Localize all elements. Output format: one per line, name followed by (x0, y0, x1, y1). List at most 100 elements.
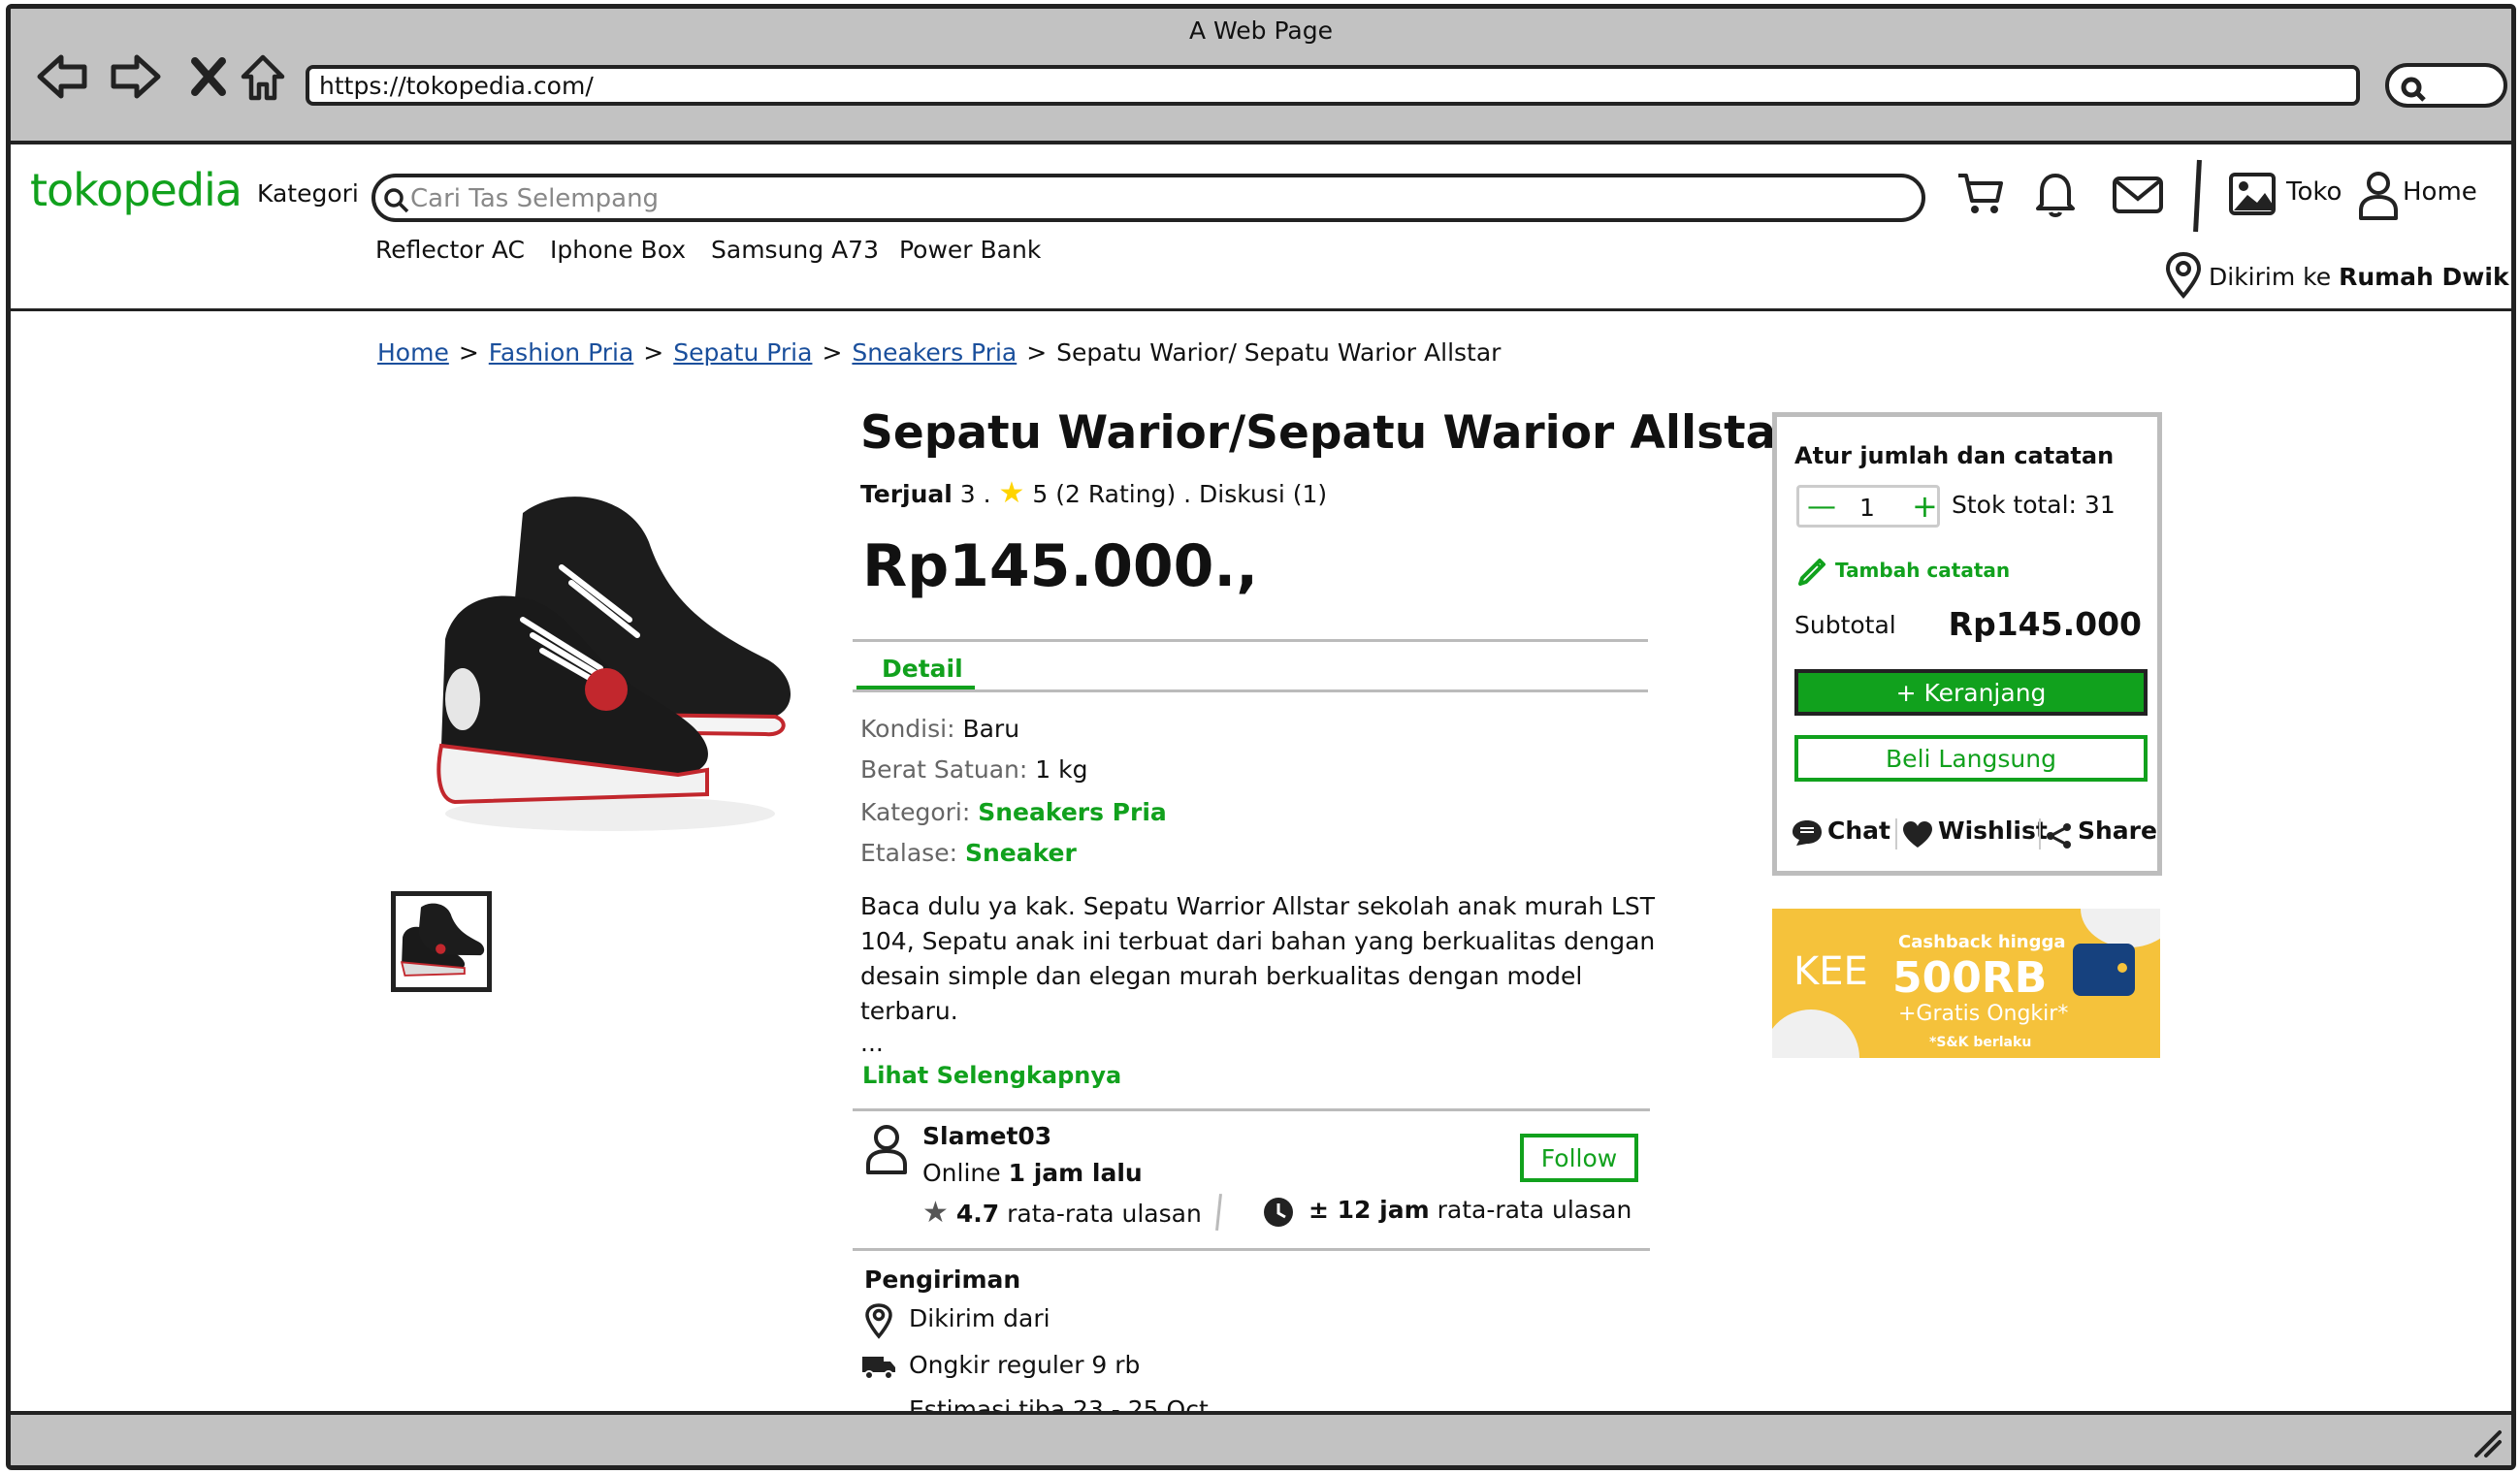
purchase-card: Atur jumlah dan catatan — 1 + Stok total… (1772, 412, 2162, 876)
online-prefix: Online (922, 1159, 1001, 1187)
truck-icon (862, 1357, 895, 1380)
product-thumbnail[interactable] (391, 891, 492, 992)
online-time: 1 jam lalu (1008, 1159, 1143, 1187)
subtotal-label: Subtotal (1794, 611, 1896, 639)
breadcrumb-sepatu-pria[interactable]: Sepatu Pria (673, 338, 812, 367)
kategori-menu[interactable]: Kategori (257, 179, 359, 208)
spec-value: Baru (962, 715, 1020, 743)
spec-key: Kondisi: (860, 715, 955, 743)
home-icon[interactable] (240, 49, 286, 104)
site-search-bar[interactable] (372, 174, 1925, 222)
window-title: A Web Page (1188, 16, 1334, 45)
spec-key: Kategori: (860, 798, 971, 826)
stock-total: Stok total: 31 (1952, 491, 2116, 519)
ship-cost: Ongkir reguler 9 rb (909, 1351, 1141, 1379)
keyword-link[interactable]: Power Bank (899, 236, 1041, 264)
thumbnail-image (400, 903, 485, 977)
mail-icon[interactable] (2112, 176, 2164, 214)
sold-count: 3 . (959, 480, 991, 508)
quantity-stepper: — 1 + (1796, 485, 1940, 528)
magnifier-icon (2401, 77, 2426, 102)
star-icon: ★ (998, 476, 1025, 510)
delivery-target: Rumah Dwik (2339, 263, 2509, 291)
breadcrumb-sneakers-pria[interactable]: Sneakers Pria (852, 338, 1017, 367)
rating-label: rata-rata ulasan (1007, 1200, 1202, 1228)
browser-window: A Web Page https://tokopedia.com/ tokope… (6, 4, 2516, 1470)
read-more-link[interactable]: Lihat Selengkapnya (862, 1062, 1121, 1089)
decrement-button[interactable]: — (1807, 490, 1836, 524)
seller-stat-divider (1215, 1193, 1222, 1232)
keyword-link[interactable]: Samsung A73 (711, 236, 879, 264)
chat-button[interactable]: Chat (1827, 817, 1890, 845)
share-button[interactable]: Share (2078, 817, 2157, 845)
browser-search-button[interactable] (2385, 63, 2507, 108)
back-arrow-icon[interactable] (36, 49, 90, 104)
tab-divider (853, 689, 1648, 692)
spec-row: Kategori: Sneakers Pria (860, 798, 1167, 826)
spec-row: Etalase: Sneaker (860, 839, 1077, 867)
response-value: ± 12 jam (1308, 1196, 1430, 1224)
keyword-link[interactable]: Reflector AC (375, 236, 525, 264)
pencil-icon[interactable] (1796, 553, 1829, 586)
increment-button[interactable]: + (1912, 488, 1938, 525)
tab-detail[interactable]: Detail (882, 655, 963, 683)
user-icon[interactable] (2358, 170, 2399, 220)
location-pin-icon (2165, 251, 2202, 300)
action-divider (1895, 818, 1897, 849)
breadcrumb-fashion-pria[interactable]: Fashion Pria (489, 338, 634, 367)
url-bar[interactable]: https://tokopedia.com/ (306, 65, 2360, 106)
promo-terms: *S&K berlaku (1929, 1035, 2032, 1050)
banner-decoration (1772, 1009, 1859, 1058)
search-input[interactable] (410, 181, 1885, 216)
tokopedia-logo[interactable]: tokopedia (30, 164, 242, 216)
spec-key: Berat Satuan: (860, 755, 1028, 784)
seller-avatar-icon[interactable] (864, 1124, 909, 1174)
image-icon[interactable] (2228, 172, 2277, 216)
card-heading: Atur jumlah dan catatan (1794, 442, 2115, 469)
product-stats: Terjual 3 . ★ 5 (2 Rating) . Diskusi (1) (860, 476, 1327, 510)
breadcrumb: Home > Fashion Pria > Sepatu Pria > Sneakers P… (377, 338, 1502, 367)
action-divider (2039, 818, 2041, 849)
site-header: tokopedia Kategori Toko Home Reflector A… (11, 148, 2511, 311)
home-account-link[interactable]: Home (2403, 177, 2477, 207)
ship-from: Dikirim dari (909, 1304, 1050, 1332)
section-divider (853, 1248, 1650, 1251)
delivery-prefix: Dikirim ke (2209, 263, 2332, 291)
rating-discussion[interactable]: 5 (2 Rating) . Diskusi (1) (1032, 480, 1327, 508)
toko-link[interactable]: Toko (2286, 177, 2342, 207)
rating-value: 4.7 (955, 1200, 1000, 1228)
close-x-icon[interactable] (189, 49, 228, 104)
seller-name[interactable]: Slamet03 (922, 1122, 1051, 1150)
promo-banner[interactable]: KEE Cashback hingga 500RB +Gratis Ongkir… (1772, 909, 2160, 1058)
seller-response: ± 12 jam rata-rata ulasan (1308, 1196, 1632, 1224)
spec-row: Kondisi: Baru (860, 715, 1019, 743)
breadcrumb-home[interactable]: Home (377, 338, 449, 367)
subtotal-value: Rp145.000 (1948, 605, 2142, 643)
cart-icon[interactable] (1956, 170, 2005, 216)
sold-label: Terjual (860, 480, 953, 508)
resize-grip-icon[interactable] (2469, 1425, 2504, 1459)
seller-online: Online 1 jam lalu (922, 1159, 1143, 1187)
delivery-location[interactable]: Dikirim ke Rumah Dwik (2209, 263, 2509, 291)
promo-amount: 500RB (1892, 953, 2048, 1003)
spec-value-link[interactable]: Sneakers Pria (978, 798, 1167, 826)
spec-key: Etalase: (860, 839, 958, 867)
spec-value-link[interactable]: Sneaker (965, 839, 1077, 867)
promo-cashback: Cashback hingga (1898, 932, 2066, 952)
buy-now-button[interactable]: Beli Langsung (1794, 735, 2148, 782)
response-label: rata-rata ulasan (1437, 1196, 1632, 1224)
bell-icon[interactable] (2034, 170, 2077, 218)
quantity-value[interactable]: 1 (1859, 494, 1875, 522)
wallet-icon (2073, 944, 2135, 996)
keyword-link[interactable]: Iphone Box (550, 236, 686, 264)
section-divider (853, 1108, 1650, 1111)
shipping-heading: Pengiriman (864, 1266, 1021, 1294)
forward-arrow-icon[interactable] (108, 49, 162, 104)
add-note-link[interactable]: Tambah catatan (1835, 559, 2010, 582)
add-to-cart-button[interactable]: + Keranjang (1794, 669, 2148, 716)
search-icon (384, 188, 409, 213)
product-image[interactable] (416, 474, 802, 843)
follow-button[interactable]: Follow (1520, 1134, 1638, 1182)
wishlist-button[interactable]: Wishlist (1938, 817, 2048, 845)
header-divider (2193, 159, 2202, 233)
